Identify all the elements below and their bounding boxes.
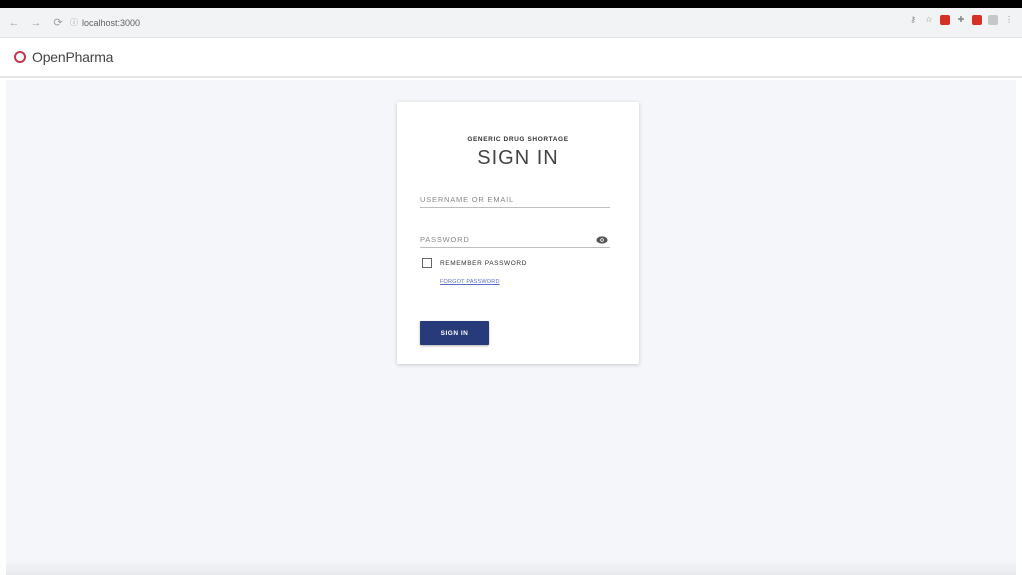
- browser-toolbar: ← → ⟳ ⓘ localhost:3000 ⚷ ☆ ✚ ⋮: [0, 8, 1022, 38]
- app-header: OpenPharma: [0, 38, 1022, 78]
- address-bar[interactable]: ⓘ localhost:3000: [70, 13, 890, 33]
- back-icon[interactable]: ←: [6, 15, 22, 31]
- browser-window: ← → ⟳ ⓘ localhost:3000 ⚷ ☆ ✚ ⋮ OpenPharm…: [0, 0, 1022, 575]
- username-field[interactable]: USERNAME OR EMAIL: [420, 190, 610, 208]
- profile-icon[interactable]: [988, 15, 998, 25]
- remember-label[interactable]: REMEMBER PASSWORD: [440, 260, 527, 267]
- remember-checkbox[interactable]: [422, 258, 432, 268]
- password-field[interactable]: PASSWORD: [420, 230, 610, 248]
- menu-icon[interactable]: ⋮: [1004, 15, 1014, 25]
- forward-icon[interactable]: →: [28, 15, 44, 31]
- login-card: GENERIC DRUG SHORTAGE SIGN IN USERNAME O…: [397, 102, 639, 364]
- forgot-password-link[interactable]: FORGOT PASSWORD: [440, 279, 500, 285]
- password-placeholder: PASSWORD: [420, 235, 470, 244]
- site-info-icon[interactable]: ⓘ: [70, 17, 78, 28]
- window-top-edge: [0, 0, 1022, 8]
- key-icon[interactable]: ⚷: [908, 15, 918, 25]
- login-subtitle: GENERIC DRUG SHORTAGE: [467, 136, 569, 143]
- reload-icon[interactable]: ⟳: [50, 15, 66, 31]
- username-placeholder: USERNAME OR EMAIL: [420, 195, 515, 204]
- login-title: SIGN IN: [477, 147, 559, 169]
- extension-red2-icon[interactable]: [972, 15, 982, 25]
- extensions-area: ⚷ ☆ ✚ ⋮: [908, 15, 1014, 25]
- puzzle-icon[interactable]: ✚: [956, 15, 966, 25]
- sign-in-button[interactable]: SIGN IN: [420, 321, 489, 345]
- remember-row: REMEMBER PASSWORD: [422, 258, 527, 268]
- address-url: localhost:3000: [82, 17, 141, 28]
- extension-red-icon[interactable]: [940, 15, 950, 25]
- page-bottom-shade: [6, 560, 1016, 575]
- show-password-icon[interactable]: [596, 236, 608, 244]
- star-icon[interactable]: ☆: [924, 15, 934, 25]
- logo-icon: [14, 51, 26, 63]
- app-name[interactable]: OpenPharma: [32, 49, 113, 65]
